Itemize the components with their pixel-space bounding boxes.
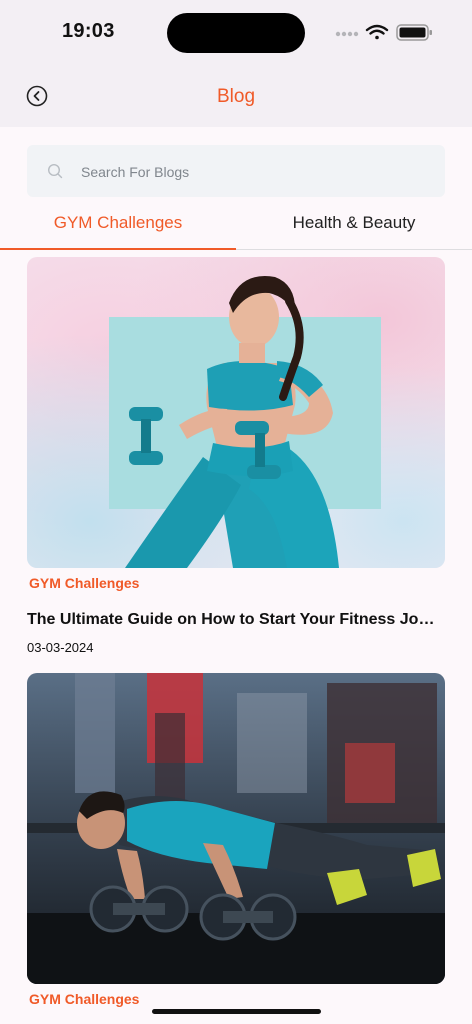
battery-icon bbox=[396, 24, 432, 41]
search-icon bbox=[47, 163, 63, 179]
search-bar[interactable] bbox=[27, 145, 445, 197]
active-tab-indicator bbox=[0, 248, 236, 250]
search-input[interactable] bbox=[79, 159, 423, 185]
status-time: 19:03 bbox=[62, 20, 115, 42]
post-category: GYM Challenges bbox=[29, 575, 140, 591]
page-title: Blog bbox=[216, 86, 256, 107]
signal-icon bbox=[335, 31, 359, 37]
man-doing-pushups-on-dumbbells-photo[interactable] bbox=[27, 673, 445, 984]
woman-with-dumbbells-photo[interactable] bbox=[27, 257, 445, 568]
wifi-icon bbox=[365, 24, 389, 40]
blog-content: GYM Challenges Health & Beauty bbox=[0, 127, 472, 1024]
blog-post-card[interactable]: GYM Challenges The Ultimate Guide on How… bbox=[0, 257, 472, 665]
tab-gym-challenges[interactable]: GYM Challenges bbox=[0, 209, 236, 249]
home-indicator[interactable] bbox=[152, 1009, 321, 1014]
tab-health-beauty[interactable]: Health & Beauty bbox=[236, 209, 472, 249]
post-title[interactable]: The Ultimate Guide on How to Start Your … bbox=[27, 611, 445, 629]
post-image bbox=[27, 673, 445, 984]
dynamic-island bbox=[167, 13, 305, 53]
blog-screen: 19:03 Blog Search For Blogs GYM Challeng… bbox=[0, 0, 472, 1024]
blog-post-card[interactable]: GYM Challenges bbox=[0, 673, 472, 1024]
post-date: 03-03-2024 bbox=[27, 640, 94, 655]
category-tabs: GYM Challenges Health & Beauty bbox=[0, 209, 472, 250]
status-indicators bbox=[335, 24, 432, 41]
app-header: 19:03 Blog bbox=[0, 0, 472, 127]
post-category: GYM Challenges bbox=[29, 991, 140, 1007]
post-image bbox=[27, 257, 445, 568]
